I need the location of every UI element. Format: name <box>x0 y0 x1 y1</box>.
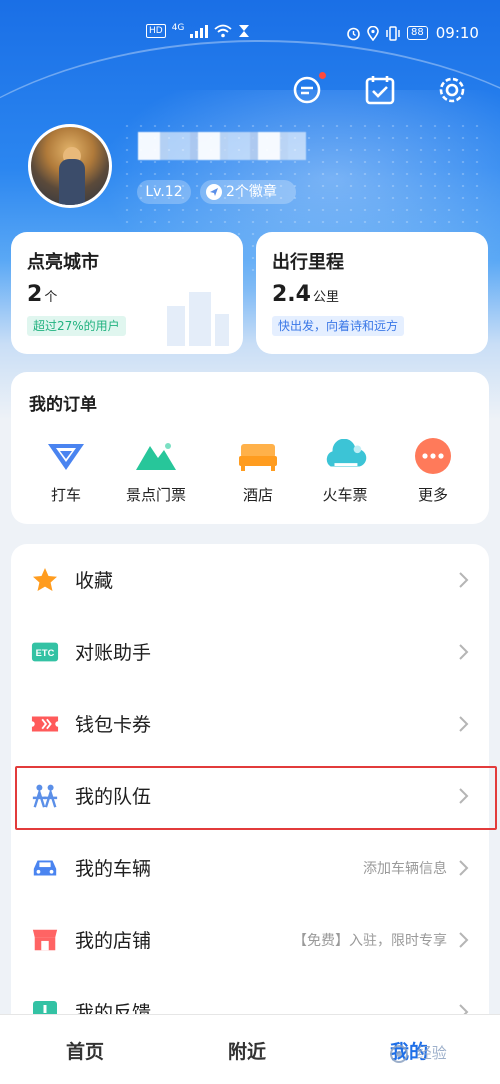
order-train[interactable]: 火车票 <box>300 436 390 505</box>
username-redacted <box>138 132 306 160</box>
orders-card: 我的订单 打车 景点门票 酒店 火车票 更多 <box>11 372 489 524</box>
badge-icon <box>206 184 222 200</box>
menu-hint: 添加车辆信息 <box>363 861 447 877</box>
stat-tag: 超过27%的用户 <box>27 316 126 336</box>
svg-text:ETC: ETC <box>36 648 55 658</box>
menu-item-favorites[interactable]: 收藏 <box>11 544 489 616</box>
more-icon <box>415 438 451 474</box>
stat-value: 2个 <box>27 282 58 307</box>
stat-value: 2.4 公里 <box>272 282 339 307</box>
status-bar: HD 4G 88 09:10 <box>0 0 500 44</box>
signal-icon <box>190 24 209 38</box>
avatar[interactable] <box>28 124 112 208</box>
notification-dot <box>319 72 326 79</box>
order-tickets[interactable]: 景点门票 <box>111 436 201 505</box>
menu-item-vehicles[interactable]: 我的车辆 添加车辆信息 <box>11 832 489 904</box>
menu-hint: 【免费】入驻，限时专享 <box>293 933 447 949</box>
alarm-icon <box>347 27 360 40</box>
ticket-icon <box>31 716 59 732</box>
cities-card[interactable]: 点亮城市 2个 超过27%的用户 <box>11 232 243 354</box>
shop-icon <box>32 929 58 951</box>
orders-title: 我的订单 <box>29 395 97 415</box>
nav-nearby[interactable]: 附近 <box>228 1037 266 1064</box>
gear-icon <box>439 77 465 103</box>
badges-label: 2个徽章 <box>226 184 277 200</box>
wifi-icon <box>214 24 232 38</box>
badges-pill[interactable]: 2个徽章 <box>200 180 296 204</box>
calendar-check-icon <box>365 76 395 105</box>
chevron-right-icon <box>459 860 469 876</box>
stat-tag: 快出发，向着诗和远方 <box>272 316 405 336</box>
clock: 09:10 <box>435 24 479 42</box>
chevron-right-icon <box>459 716 469 732</box>
messages-button[interactable] <box>290 72 326 108</box>
location-icon <box>367 25 379 41</box>
battery-indicator: 88 <box>407 26 428 40</box>
taxi-icon <box>48 444 84 470</box>
order-taxi[interactable]: 打车 <box>21 436 111 505</box>
bed-icon <box>239 444 277 471</box>
star-icon <box>33 568 57 591</box>
selection-highlight <box>15 766 497 830</box>
chevron-right-icon <box>459 572 469 588</box>
order-hotel[interactable]: 酒店 <box>213 436 303 505</box>
watermark: 经验 <box>386 1042 447 1064</box>
stat-title: 点亮城市 <box>27 252 99 273</box>
order-more[interactable]: 更多 <box>388 436 478 505</box>
menu-item-shop[interactable]: 我的店铺 【免费】入驻，限时专享 <box>11 904 489 976</box>
nav-home[interactable]: 首页 <box>66 1037 104 1064</box>
hd-indicator: HD <box>146 24 166 38</box>
chevron-right-icon <box>459 932 469 948</box>
mountain-icon <box>136 443 176 470</box>
stat-title: 出行里程 <box>272 252 344 273</box>
mileage-card[interactable]: 出行里程 2.4 公里 快出发，向着诗和远方 <box>256 232 488 354</box>
etc-icon: ETC <box>31 642 59 662</box>
menu-item-wallet[interactable]: 钱包卡券 <box>11 688 489 760</box>
building-icon <box>167 292 229 346</box>
cloud-train-icon <box>326 439 367 467</box>
hourglass-icon <box>239 25 250 37</box>
vibrate-icon <box>386 25 400 41</box>
checkin-button[interactable] <box>362 72 398 108</box>
network-type: 4G <box>171 23 185 33</box>
chevron-right-icon <box>459 644 469 660</box>
car-icon <box>33 860 57 876</box>
settings-button[interactable] <box>434 72 470 108</box>
menu-item-reconcile[interactable]: ETC 对账助手 <box>11 616 489 688</box>
header-background <box>0 0 500 420</box>
level-badge[interactable]: Lv.12 <box>137 180 191 204</box>
